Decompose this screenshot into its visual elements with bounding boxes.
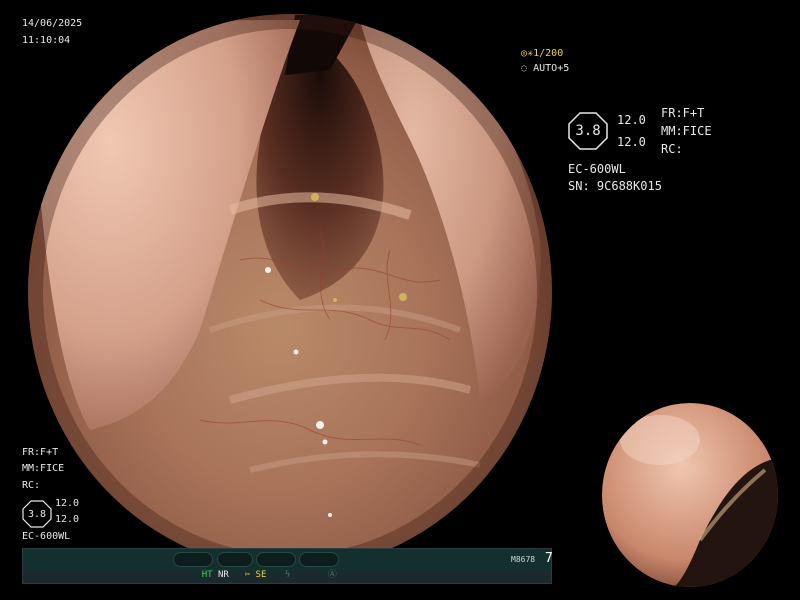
right-fr-label: FR:F+T bbox=[661, 106, 705, 120]
count-label: 7 bbox=[545, 551, 553, 566]
camera-icon: ◌ bbox=[521, 63, 528, 74]
auto-readout-row: ◌ AUTO+5 bbox=[509, 51, 569, 75]
left-fr-label: FR:F+T bbox=[22, 447, 59, 458]
right-mm-label: MM:FICE bbox=[661, 124, 712, 138]
endoscopic-image bbox=[28, 14, 778, 587]
date-label: 14/06/2025 bbox=[22, 18, 83, 29]
left-enhancement-badge: 3.8 bbox=[22, 500, 52, 528]
target-icon: Ⓐ bbox=[327, 570, 337, 580]
right-serial-label: SN: 9C688K015 bbox=[568, 179, 662, 193]
left-enhancement-value: 3.8 bbox=[27, 508, 47, 520]
left-model-label: EC-600WL bbox=[22, 531, 71, 542]
pip-view bbox=[602, 403, 778, 587]
ht-nr-segment: HT NR bbox=[173, 552, 229, 580]
flash-icon: ϟ bbox=[284, 570, 291, 580]
enhancement-badge: 3.8 bbox=[568, 112, 608, 150]
left-value-2: 12.0 bbox=[55, 514, 80, 525]
ht-label: HT bbox=[201, 570, 213, 580]
right-value-1: 12.0 bbox=[617, 113, 646, 127]
right-value-2: 12.0 bbox=[617, 135, 646, 149]
enhancement-value: 3.8 bbox=[575, 123, 601, 139]
status-bar: HT NR ✂ SE ϟ Ⓐ M8678 7 bbox=[22, 548, 553, 584]
code-label: M8678 bbox=[511, 555, 536, 564]
flash-segment: ϟ bbox=[256, 552, 296, 580]
left-mm-label: MM:FICE bbox=[22, 463, 65, 474]
time-label: 11:10:04 bbox=[22, 35, 71, 46]
right-model-label: EC-600WL bbox=[568, 162, 626, 176]
se-segment: ✂ SE bbox=[217, 552, 266, 580]
colon-view bbox=[28, 14, 552, 570]
right-rc-label: RC: bbox=[661, 142, 683, 156]
left-rc-label: RC: bbox=[22, 480, 41, 491]
left-value-1: 12.0 bbox=[55, 498, 80, 509]
target-segment: Ⓐ bbox=[299, 552, 339, 580]
scissors-icon: ✂ bbox=[244, 570, 251, 580]
auto-readout: AUTO+5 bbox=[533, 63, 570, 74]
